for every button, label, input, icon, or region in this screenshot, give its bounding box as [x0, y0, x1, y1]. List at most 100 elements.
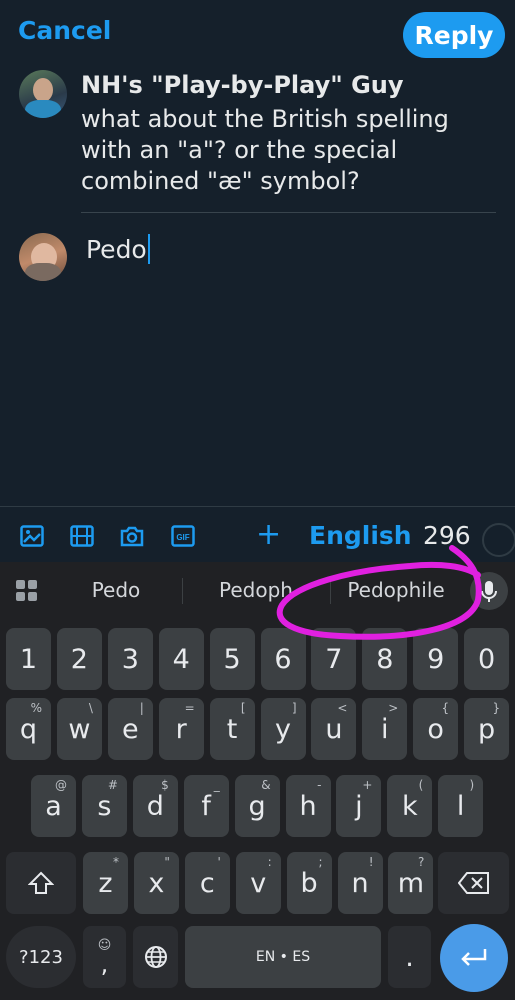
key-z[interactable]: z * [83, 852, 128, 914]
comma-key[interactable]: ☺ , [83, 926, 126, 988]
key-label: 2 [70, 643, 88, 675]
key-label: h [299, 790, 317, 822]
key-a[interactable]: a @ [31, 775, 76, 837]
key-h[interactable]: h- [285, 775, 331, 837]
key-b[interactable]: b; [286, 852, 332, 914]
progress-ring [482, 523, 515, 557]
key-4[interactable]: 4 [158, 628, 204, 690]
key-label: z [98, 867, 113, 899]
key-p[interactable]: p} [464, 698, 510, 760]
key-j[interactable]: j + [336, 775, 382, 837]
key-secondary-label: | [139, 701, 144, 715]
key-label: l [456, 790, 465, 822]
key-label: 4 [172, 643, 190, 675]
key-i[interactable]: i > [362, 698, 408, 760]
key-secondary-label: + [362, 778, 373, 792]
character-count: 296 [423, 521, 471, 550]
apps-grid-icon[interactable] [16, 580, 38, 602]
key-u[interactable]: u < [311, 698, 357, 760]
key-v[interactable]: v: [235, 852, 281, 914]
key-s[interactable]: s # [81, 775, 127, 837]
key-y[interactable]: y] [260, 698, 306, 760]
key-2[interactable]: 2 [56, 628, 102, 690]
key-label: 9 [427, 643, 445, 675]
key-r[interactable]: r = [158, 698, 204, 760]
key-label: w [68, 713, 91, 745]
text-cursor [147, 234, 150, 264]
key-d[interactable]: d $ [132, 775, 178, 837]
key-6[interactable]: 6 [260, 628, 306, 690]
gif-icon[interactable]: GIF [171, 525, 195, 547]
image-icon[interactable] [20, 525, 44, 547]
globe-key[interactable] [133, 926, 178, 988]
key-label: 5 [223, 643, 241, 675]
key-8[interactable]: 8 [362, 628, 408, 690]
space-bar[interactable]: EN • ES [185, 926, 381, 988]
key-o[interactable]: o{ [413, 698, 459, 760]
suggestion-3[interactable]: Pedophile [336, 578, 456, 602]
key-f[interactable]: f _ [183, 775, 229, 837]
key-secondary-label: # [107, 778, 118, 792]
enter-key[interactable] [440, 924, 508, 992]
key-label: i [381, 713, 389, 745]
key-secondary-label: ) [469, 778, 475, 792]
suggestion-2[interactable]: Pedoph [196, 578, 316, 602]
backspace-key[interactable] [438, 852, 509, 914]
period-key[interactable]: . [388, 926, 431, 988]
key-secondary-label: * [113, 855, 119, 869]
suggestion-divider [182, 578, 183, 604]
microphone-icon[interactable] [470, 572, 508, 610]
shift-icon [28, 871, 54, 894]
key-0[interactable]: 0 [464, 628, 510, 690]
key-5[interactable]: 5 [209, 628, 255, 690]
key-secondary-label: - [317, 778, 322, 792]
camera-icon[interactable] [120, 525, 144, 547]
svg-text:GIF: GIF [176, 533, 189, 542]
key-1[interactable]: 1 [6, 628, 51, 690]
key-label: r [175, 713, 187, 745]
header: Cancel Reply [0, 0, 515, 62]
key-label: u [325, 713, 343, 745]
key-label: y [275, 713, 291, 745]
suggestion-1[interactable]: Pedo [66, 578, 166, 602]
key-label: 3 [121, 643, 139, 675]
key-g[interactable]: g & [234, 775, 280, 837]
key-secondary-label: @ [55, 778, 67, 792]
key-9[interactable]: 9 [413, 628, 459, 690]
key-c[interactable]: c ' [184, 852, 230, 914]
key-l[interactable]: l) [438, 775, 484, 837]
key-k[interactable]: k( [387, 775, 433, 837]
cancel-button[interactable]: Cancel [18, 16, 111, 45]
key-x[interactable]: x " [133, 852, 179, 914]
language-selector[interactable]: English [309, 521, 412, 550]
divider [81, 212, 496, 213]
symbols-key[interactable]: ?123 [6, 926, 76, 988]
key-label: q [19, 713, 38, 745]
key-t[interactable]: t[ [209, 698, 255, 760]
add-thread-button[interactable]: + [256, 520, 281, 550]
video-icon[interactable] [70, 525, 94, 547]
key-w[interactable]: w \ [56, 698, 102, 760]
key-7[interactable]: 7 [311, 628, 357, 690]
reply-button[interactable]: Reply [403, 12, 505, 58]
key-secondary-label: = [184, 701, 195, 715]
author-avatar[interactable] [19, 70, 67, 118]
shift-key[interactable] [6, 852, 76, 914]
key-label: d [146, 790, 164, 822]
key-label: s [97, 790, 112, 822]
key-m[interactable]: m? [388, 852, 434, 914]
tweet-text: what about the British spelling with an … [81, 105, 449, 195]
key-n[interactable]: n! [337, 852, 383, 914]
key-secondary-label: < [337, 701, 348, 715]
reply-input[interactable]: Pedo [86, 234, 150, 264]
key-label: n [351, 867, 369, 899]
key-secondary-label: { [441, 701, 450, 715]
key-3[interactable]: 3 [107, 628, 153, 690]
tweet-author-name: NH's "Play-by-Play" Guy [81, 71, 404, 99]
key-secondary-label: $ [161, 778, 169, 792]
key-e[interactable]: e | [107, 698, 153, 760]
key-q[interactable]: q% [6, 698, 51, 760]
key-secondary-label: _ [213, 778, 220, 792]
key-secondary-label: > [388, 701, 399, 715]
key-label: 7 [325, 643, 343, 675]
